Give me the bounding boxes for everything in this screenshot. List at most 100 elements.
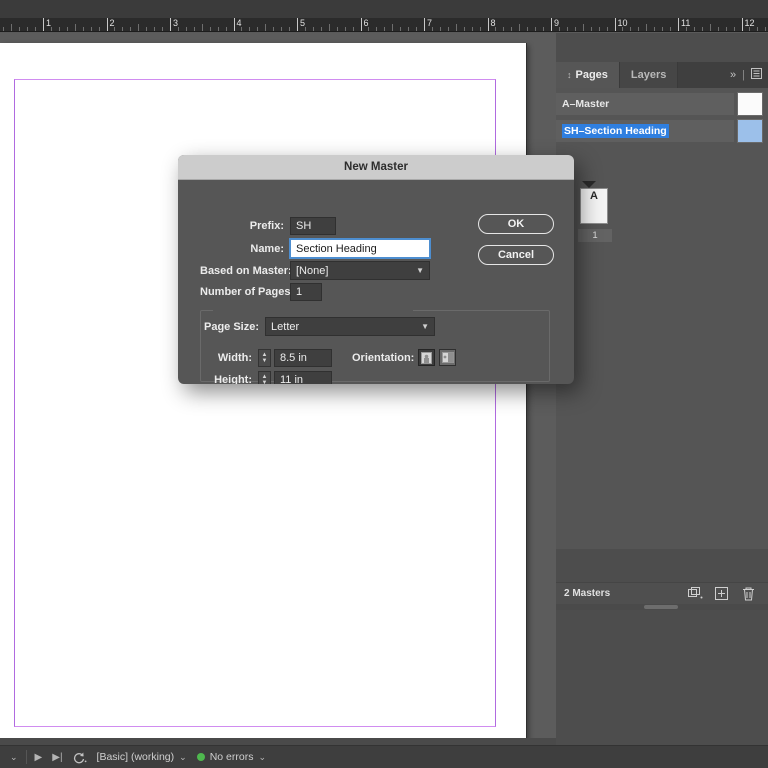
page-number-label: 1 xyxy=(592,230,598,241)
ruler-tick-minor xyxy=(384,27,385,31)
based-on-master-value: [None] xyxy=(296,264,329,277)
stepper-down-icon: ▼ xyxy=(261,358,268,364)
pages-area[interactable]: A 1 xyxy=(556,177,768,549)
ruler-label: 1 xyxy=(46,18,52,28)
name-row: Name: Section Heading xyxy=(200,238,480,259)
prefix-label: Prefix: xyxy=(249,220,284,232)
preflight-status[interactable]: No errors ⌄ xyxy=(192,746,271,768)
horizontal-ruler[interactable]: 1 2 3 4 5 6 7 8 9 10 11 12 xyxy=(0,18,768,32)
ruler-tick-minor xyxy=(35,27,36,31)
page-thumbnail-1[interactable]: A xyxy=(580,188,608,224)
ruler-tick-minor xyxy=(416,27,417,31)
ruler-tick-minor xyxy=(527,27,528,31)
next-page-button[interactable]: ▶ xyxy=(30,746,48,768)
page-number-chip[interactable]: 1 xyxy=(578,229,612,242)
height-value: 11 in xyxy=(280,374,304,384)
width-label: Width: xyxy=(217,352,252,364)
number-of-pages-label: Number of Pages: xyxy=(200,286,295,298)
ruler-tick-minor xyxy=(622,27,623,31)
document-page[interactable] xyxy=(0,43,527,746)
delete-icon[interactable] xyxy=(742,587,756,601)
page-nav-caret[interactable]: ⌄ xyxy=(0,746,23,768)
rotate-spread-button[interactable] xyxy=(68,746,92,768)
ruler-tick-minor xyxy=(91,27,92,31)
ruler-tick-minor xyxy=(51,27,52,31)
width-input[interactable]: 8.5 in xyxy=(274,349,332,367)
ruler-tick-minor xyxy=(210,27,211,31)
ok-button[interactable]: OK xyxy=(478,214,554,234)
panel-tab-bar: ↕ Pages Layers » | xyxy=(556,62,768,88)
page-size-select[interactable]: Letter ▼ xyxy=(265,317,436,336)
ruler-tick-minor xyxy=(162,27,163,31)
orientation-row: Orientation: xyxy=(352,349,457,366)
ruler-tick-minor xyxy=(337,27,338,31)
preflight-profile[interactable]: [Basic] (working) ⌄ xyxy=(92,746,192,768)
ruler-tick-minor xyxy=(757,27,758,31)
master-name-sh[interactable]: SH–Section Heading xyxy=(556,120,734,142)
width-stepper[interactable]: ▲ ▼ xyxy=(258,349,271,367)
ruler-tick-minor xyxy=(519,24,520,31)
prefix-input[interactable]: SH xyxy=(290,217,336,235)
panel-tab-icons: » | xyxy=(724,62,768,88)
orientation-portrait-button[interactable] xyxy=(418,349,436,366)
ruler-tick-minor xyxy=(495,27,496,31)
ruler-tick-minor xyxy=(630,27,631,31)
ruler-tick-minor xyxy=(607,27,608,31)
top-strip xyxy=(0,0,768,18)
last-page-icon: ▶| xyxy=(52,751,63,763)
height-row: Height: ▲ ▼ 11 in xyxy=(204,371,332,384)
canvas-horizontal-scrollbar[interactable] xyxy=(0,738,556,745)
number-of-pages-input[interactable]: 1 xyxy=(290,283,322,301)
ruler-tick-minor xyxy=(218,27,219,31)
status-bar: ⌄ ▶ ▶| [Basic] (working) ⌄ No errors ⌄ xyxy=(0,745,768,768)
ruler-tick-minor xyxy=(75,24,76,31)
ruler-tick-minor xyxy=(702,27,703,31)
ruler-tick-minor xyxy=(241,27,242,31)
collapse-panel-icon[interactable]: » xyxy=(730,69,736,81)
name-input[interactable]: Section Heading xyxy=(289,238,431,259)
width-row: Width: ▲ ▼ 8.5 in xyxy=(204,349,332,367)
ruler-tick-minor xyxy=(146,27,147,31)
ruler-tick-minor xyxy=(3,27,4,31)
master-thumbnail[interactable] xyxy=(737,119,763,143)
divider: | xyxy=(742,69,745,81)
new-master-icon[interactable] xyxy=(688,586,703,601)
ruler-tick-minor xyxy=(559,27,560,31)
ruler-tick-minor xyxy=(353,27,354,31)
ruler-label: 11 xyxy=(681,18,691,28)
dialog-body: Prefix: SH Name: Section Heading Based o… xyxy=(178,180,574,384)
chevron-down-icon: ▼ xyxy=(416,266,424,275)
cancel-button[interactable]: Cancel xyxy=(478,245,554,265)
tab-layers[interactable]: Layers xyxy=(619,62,679,88)
chevron-down-icon: ⌄ xyxy=(179,751,187,762)
ruler-tick-minor xyxy=(138,24,139,31)
dialog-title-bar[interactable]: New Master xyxy=(178,155,574,180)
orientation-landscape-button[interactable] xyxy=(439,349,457,366)
pasteboard[interactable] xyxy=(0,33,556,746)
panel-menu-icon[interactable] xyxy=(751,68,762,82)
ruler-tick-minor xyxy=(726,27,727,31)
master-thumbnail[interactable] xyxy=(737,92,763,116)
ruler-tick-minor xyxy=(543,27,544,31)
last-page-button[interactable]: ▶| xyxy=(47,746,67,768)
master-name-a[interactable]: A–Master xyxy=(556,93,734,115)
new-master-dialog[interactable]: New Master Prefix: SH Name: Section Head… xyxy=(178,155,574,384)
master-row[interactable]: SH–Section Heading xyxy=(556,119,768,143)
ruler-tick-minor xyxy=(464,27,465,31)
ruler-tick-minor xyxy=(400,27,401,31)
ruler-tick-minor xyxy=(313,27,314,31)
indesign-window: 1 2 3 4 5 6 7 8 9 10 11 12 ↕ Pages Layers » | xyxy=(0,0,768,768)
dialog-title: New Master xyxy=(344,161,408,173)
number-of-pages-row: Number of Pages: 1 xyxy=(200,283,458,301)
status-dot-icon xyxy=(196,753,205,761)
panel-grip-icon: ↕ xyxy=(567,70,572,80)
panel-scrollbar[interactable] xyxy=(556,604,768,610)
tab-pages[interactable]: ↕ Pages xyxy=(556,62,620,88)
master-row[interactable]: A–Master xyxy=(556,92,768,116)
height-stepper[interactable]: ▲ ▼ xyxy=(258,371,271,384)
new-page-icon[interactable] xyxy=(715,586,729,601)
ruler-tick-minor xyxy=(83,27,84,31)
preflight-profile-label: [Basic] (working) xyxy=(96,751,175,763)
height-input[interactable]: 11 in xyxy=(274,371,332,384)
based-on-master-select[interactable]: [None] ▼ xyxy=(290,261,430,280)
